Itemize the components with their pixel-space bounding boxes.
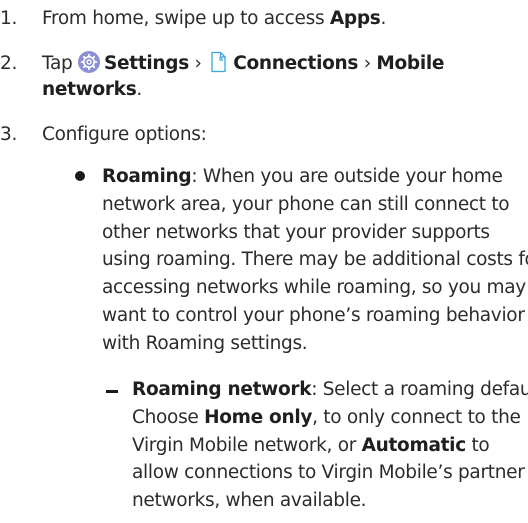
step-2-text-cont: networks.: [42, 79, 142, 100]
settings-gear-icon: [78, 51, 100, 73]
connections-label: Connections: [233, 53, 359, 74]
roaming-network-term: Roaming network: [132, 379, 312, 400]
connections-icon: [207, 51, 229, 73]
step-3-number: 3.: [0, 124, 18, 145]
roaming-line-7: with Roaming settings.: [102, 333, 308, 354]
networks-label: networks: [42, 79, 137, 100]
dash-bullet: [106, 390, 118, 393]
step-1-number: 1.: [0, 8, 18, 29]
automatic-label: Automatic: [361, 435, 467, 456]
roaming-network-line-3: Virgin Mobile network, or Automatic to: [132, 435, 490, 456]
roaming-network-line-1: Roaming network: Select a roaming defaul…: [132, 379, 528, 400]
roaming-line-2: network area, your phone can still conne…: [102, 194, 510, 215]
roaming-network-line-5: networks, when available.: [132, 490, 367, 511]
mobile-label: Mobile: [376, 53, 445, 74]
roaming-term: Roaming: [102, 166, 192, 187]
roaming-line-1: Roaming: When you are outside your home: [102, 166, 503, 187]
roaming-line-4: using roaming. There may be additional c…: [102, 249, 528, 270]
step-3-text: Configure options:: [42, 124, 207, 145]
step-1-text: From home, swipe up to access Apps.: [42, 8, 387, 29]
roaming-network-line-4: allow connections to Virgin Mobile’s par…: [132, 462, 525, 483]
roaming-line-6: want to control your phone’s roaming beh…: [102, 305, 525, 326]
roaming-line-5: accessing networks while roaming, so you…: [102, 277, 526, 298]
apps-label: Apps: [329, 8, 381, 29]
home-only-label: Home only: [204, 407, 313, 428]
step-2-number: 2.: [0, 53, 18, 74]
roaming-line-3: other networks that your provider suppor…: [102, 222, 490, 243]
settings-label: Settings: [104, 53, 189, 74]
roaming-network-line-2: Choose Home only, to only connect to the: [132, 407, 521, 428]
bullet-dot: [75, 171, 85, 181]
